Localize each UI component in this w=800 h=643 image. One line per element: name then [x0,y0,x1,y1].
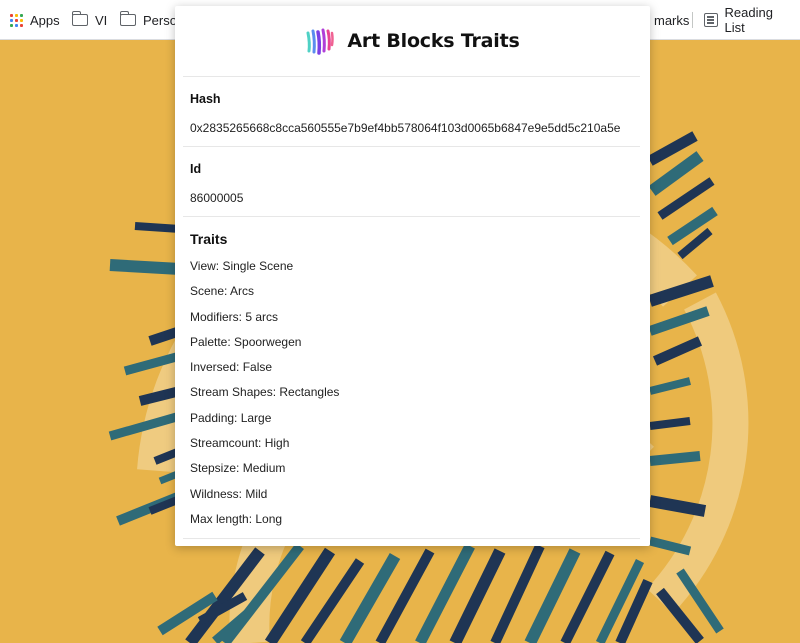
id-value: 86000005 [190,191,244,205]
trait-item: Wildness: Mild [190,486,268,501]
bookmark-vi-label: VI [95,12,108,28]
trait-item: View: Single Scene [190,259,294,273]
divider [183,146,640,147]
hash-label: Hash [190,92,221,106]
bookmark-other-label: marks [654,12,690,28]
art-blocks-logo-icon [306,28,335,55]
reading-list-label: Reading List [724,5,773,35]
bookmark-other[interactable]: marks [648,8,695,32]
apps-grid-icon [10,13,23,27]
bookmark-apps-label: Apps [30,12,60,28]
popup-title: Art Blocks Traits [347,30,520,52]
bookmark-folder-personal[interactable]: Perso [114,8,183,32]
id-label: Id [190,162,202,176]
traits-heading: Traits [190,231,228,247]
bookmark-apps[interactable]: Apps [4,8,66,32]
popup-header: Art Blocks Traits [175,6,650,76]
trait-item: Padding: Large [190,410,272,425]
hash-value: 0x2835265668c8cca560555e7b9ef4bb578064f1… [190,121,621,135]
bookmarks-separator [692,12,693,28]
divider [183,538,640,539]
trait-item: Modifiers: 5 arcs [190,309,279,324]
reading-list-button[interactable]: Reading List [698,5,800,35]
trait-item: Max length: Long [190,511,283,526]
trait-item: Palette: Spoorwegen [190,334,302,349]
divider [183,76,640,77]
trait-item: Stream Shapes: Rectangles [190,385,340,400]
divider [183,216,640,217]
trait-item: Streamcount: High [190,436,290,451]
reading-list-icon [704,13,718,27]
bookmark-folder-vi[interactable]: VI [66,8,113,32]
trait-item: Scene: Arcs [190,284,255,299]
extension-popup: Art Blocks Traits Hash 0x2835265668c8cca… [175,6,650,546]
trait-item: Inversed: False [190,360,273,375]
folder-icon [119,11,136,26]
trait-item: Stepsize: Medium [190,461,286,476]
traits-list: View: Single Scene Scene: Arcs Modifiers… [190,259,339,537]
bookmark-personal-label: Perso [143,12,177,28]
folder-icon [71,11,88,26]
